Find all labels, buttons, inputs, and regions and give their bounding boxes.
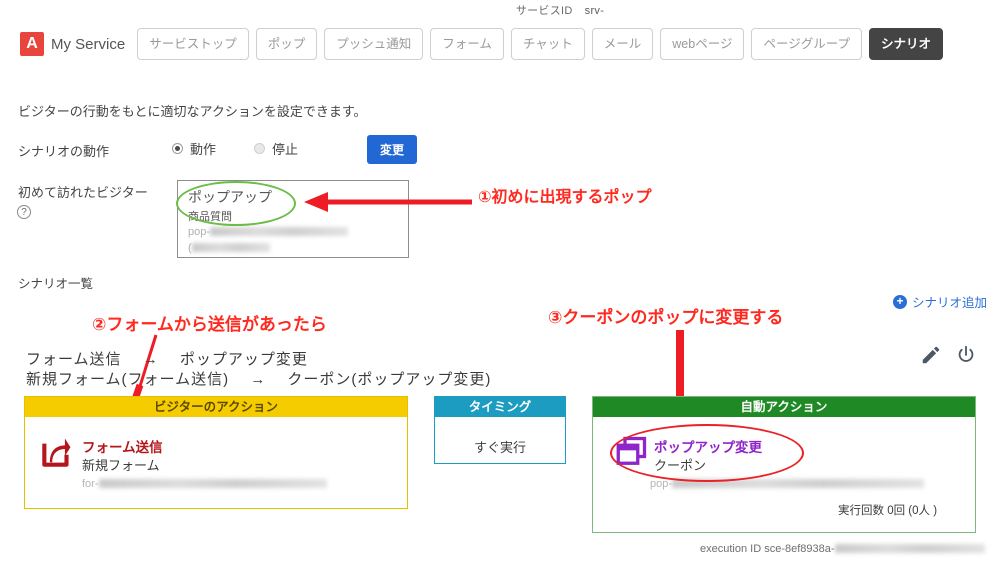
radio-dot-stopped-icon[interactable] [254, 143, 266, 154]
scenario-title-line-1: フォーム送信 → ポップアップ変更 [26, 351, 308, 368]
annotation-1-text: ①初めに出現するポップ [478, 189, 652, 206]
visitor-action-id: for- [82, 478, 327, 490]
service-id-label: サービスID [515, 5, 573, 17]
red-highlight-ellipse [610, 424, 804, 482]
nav-chat[interactable]: チャット [510, 27, 585, 61]
auto-action-id-prefix: pop- [650, 478, 673, 490]
scenario-operation-radio-group: 動作 停止 [172, 139, 336, 158]
execution-id: execution ID sce-8ef8938a- [700, 543, 985, 555]
service-id-bar: サービスID srv- [0, 2, 1000, 18]
execution-id-text: execution ID sce-8ef8938a- [700, 543, 835, 555]
visitor-action-name: フォーム送信 [82, 440, 163, 455]
execution-count: 実行回数 0回 (0人 ) [838, 505, 938, 517]
nav-pop[interactable]: ポップ [255, 27, 318, 61]
radio-dot-active-icon[interactable] [172, 143, 183, 154]
visitor-action-id-prefix: for- [82, 478, 99, 490]
add-scenario-button[interactable]: + シナリオ追加 [893, 292, 987, 311]
brand-name: My Service [51, 35, 126, 53]
radio-label-active: 動作 [190, 142, 217, 157]
plus-circle-icon: + [893, 294, 907, 309]
annotation-3-text: ③クーポンのポップに変更する [548, 308, 784, 327]
page-description: ビジターの行動をもとに適切なアクションを設定できます。 [18, 104, 367, 119]
execution-id-redacted [834, 544, 985, 553]
app-logo-icon: A [20, 32, 44, 56]
popup-id-redacted [210, 227, 349, 236]
radio-label-stopped: 停止 [272, 142, 299, 157]
timing-card-header: タイミング [435, 397, 565, 417]
popup-id-prefix: pop- [188, 226, 211, 238]
popup-id-second-line: ( [188, 242, 270, 254]
visitor-action-subtitle: 新規フォーム [82, 458, 160, 473]
scenario-operation-label: シナリオの動作 [18, 144, 110, 159]
nav-push-notification[interactable]: プッシュ通知 [324, 27, 424, 61]
nav-page-group[interactable]: ページグループ [751, 27, 862, 61]
visitor-action-id-redacted [98, 479, 327, 488]
header-bar: A My Service サービストップ ポップ プッシュ通知 フォーム チャッ… [20, 26, 980, 62]
service-id-value: srv- [584, 5, 605, 17]
nav-webpage[interactable]: webページ [660, 27, 745, 61]
annotation-1-arrow [304, 192, 472, 212]
change-button[interactable]: 変更 [367, 135, 418, 164]
nav-mail[interactable]: メール [591, 27, 654, 61]
scenario-list-label: シナリオ一覧 [18, 277, 94, 291]
nav-scenario[interactable]: シナリオ [868, 27, 943, 61]
radio-option-stopped[interactable]: 停止 [254, 139, 298, 158]
timing-card-body: すぐ実行 [473, 440, 526, 455]
green-highlight-ellipse [176, 181, 296, 226]
share-export-icon [42, 438, 71, 467]
visitor-action-card-header: ビジターのアクション [25, 397, 407, 417]
radio-option-active[interactable]: 動作 [172, 139, 216, 158]
help-question-icon[interactable]: ? [17, 205, 31, 219]
annotation-2-text: ②フォームから送信があったら [92, 315, 327, 334]
nav-service-top[interactable]: サービストップ [137, 27, 249, 61]
nav-form[interactable]: フォーム [430, 27, 504, 61]
scenario-title-line-2: 新規フォーム(フォーム送信) → クーポン(ポップアップ変更) [26, 371, 492, 388]
first-visitor-label: 初めて訪れたビジター [18, 185, 148, 200]
popup-id: pop- [188, 226, 349, 238]
add-scenario-label: シナリオ追加 [912, 296, 988, 310]
timing-card[interactable]: タイミング すぐ実行 [434, 396, 566, 464]
power-toggle-icon[interactable] [955, 344, 977, 366]
pencil-edit-icon[interactable] [920, 344, 942, 366]
popup-id-redacted-2 [191, 243, 270, 252]
auto-action-card-header: 自動アクション [593, 397, 975, 417]
